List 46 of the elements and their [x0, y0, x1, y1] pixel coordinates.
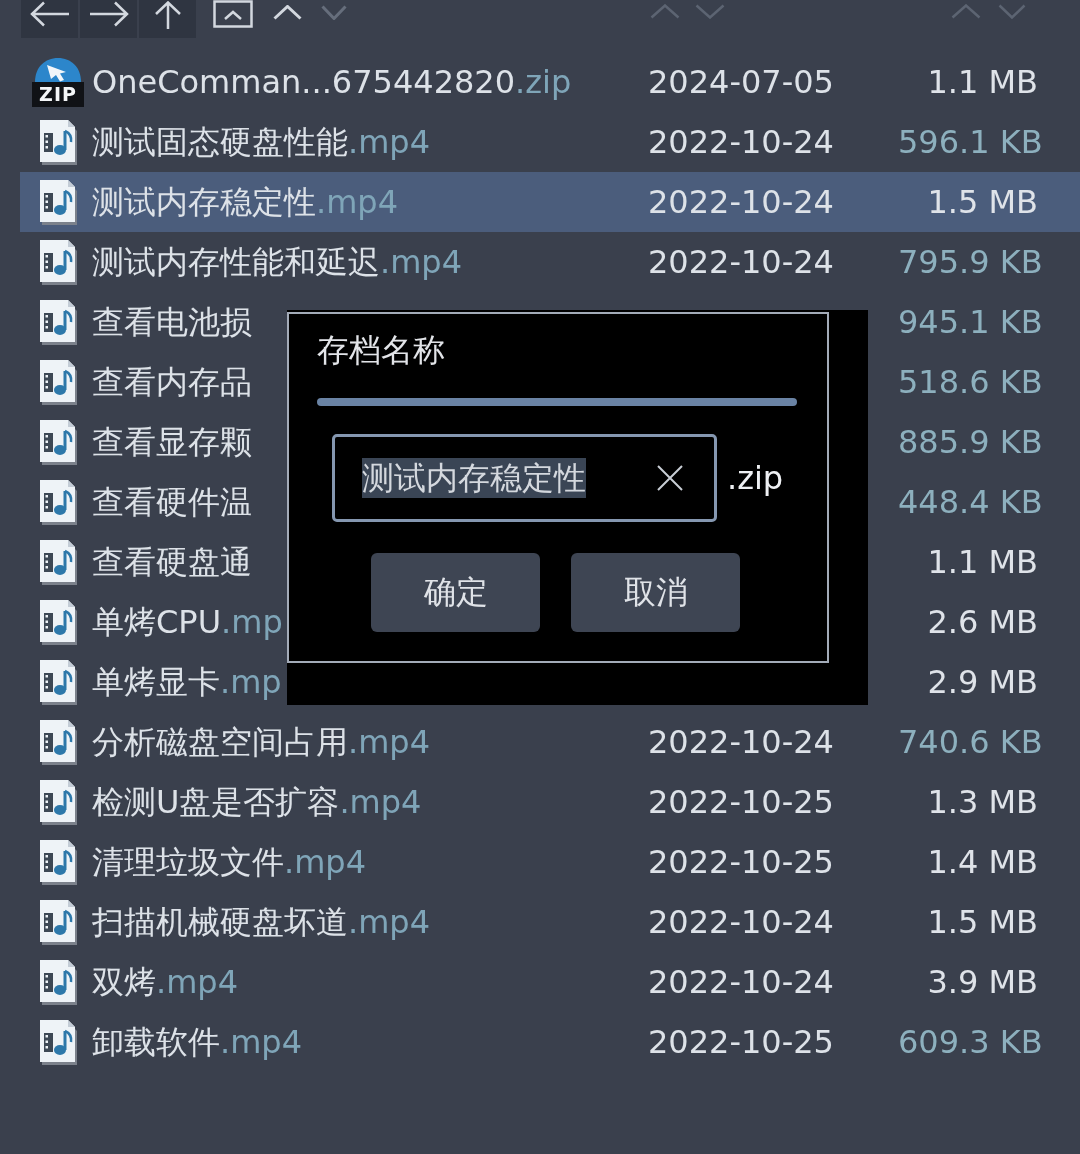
file-date: 2022-10-24	[648, 903, 834, 941]
file-date: 2022-10-25	[648, 1023, 834, 1061]
file-size: 1.3 MB	[927, 782, 1038, 822]
file-name: 检测U盘是否扩容.mp4	[92, 782, 422, 822]
file-name: 单烤CPU.mp	[92, 602, 283, 642]
file-name: 测试内存稳定性.mp4	[92, 182, 398, 222]
dialog-title: 存档名称	[317, 330, 446, 370]
file-size: 945.1 KB	[898, 302, 1043, 342]
file-size: 1.4 MB	[927, 842, 1038, 882]
file-name: 查看显存颗	[92, 422, 252, 462]
file-date: 2022-10-24	[648, 183, 834, 221]
file-size: 1.1 MB	[927, 542, 1038, 582]
file-name: 查看硬盘通	[92, 542, 252, 582]
file-name: 分析磁盘空间占用.mp4	[92, 722, 430, 762]
file-name: OneComman...675442820.zip	[92, 62, 572, 102]
file-name: 查看电池损	[92, 302, 252, 342]
file-name: 卸载软件.mp4	[92, 1022, 302, 1062]
file-size: 2.9 MB	[927, 662, 1038, 702]
file-name: 查看硬件温	[92, 482, 252, 522]
file-size: 448.4 KB	[898, 482, 1043, 522]
file-date: 2022-10-24	[648, 963, 834, 1001]
file-name: 单烤显卡.mp	[92, 662, 282, 702]
file-name: 扫描机械硬盘坏道.mp4	[92, 902, 430, 942]
file-size: 518.6 KB	[898, 362, 1043, 402]
file-date: 2024-07-05	[648, 63, 834, 101]
file-date: 2022-10-25	[648, 843, 834, 881]
file-date: 2022-10-25	[648, 783, 834, 821]
file-size: 3.9 MB	[927, 962, 1038, 1002]
file-size: 1.5 MB	[927, 902, 1038, 942]
file-name: 查看内存品	[92, 362, 252, 402]
file-size: 609.3 KB	[898, 1022, 1043, 1062]
file-size: 740.6 KB	[898, 722, 1043, 762]
file-size: 795.9 KB	[898, 242, 1043, 282]
file-size: 2.6 MB	[927, 602, 1038, 642]
file-date: 2022-10-24	[648, 123, 834, 161]
file-size: 596.1 KB	[898, 122, 1043, 162]
file-size: 1.5 MB	[927, 182, 1038, 222]
file-name: 测试内存性能和延迟.mp4	[92, 242, 462, 282]
file-size: 1.1 MB	[927, 62, 1038, 102]
file-name: 双烤.mp4	[92, 962, 238, 1002]
file-name: 清理垃圾文件.mp4	[92, 842, 366, 882]
extension-label: .zip	[727, 458, 784, 498]
file-name: 测试固态硬盘性能.mp4	[92, 122, 430, 162]
file-size: 885.9 KB	[898, 422, 1043, 462]
file-date: 2022-10-24	[648, 723, 834, 761]
file-date: 2022-10-24	[648, 243, 834, 281]
